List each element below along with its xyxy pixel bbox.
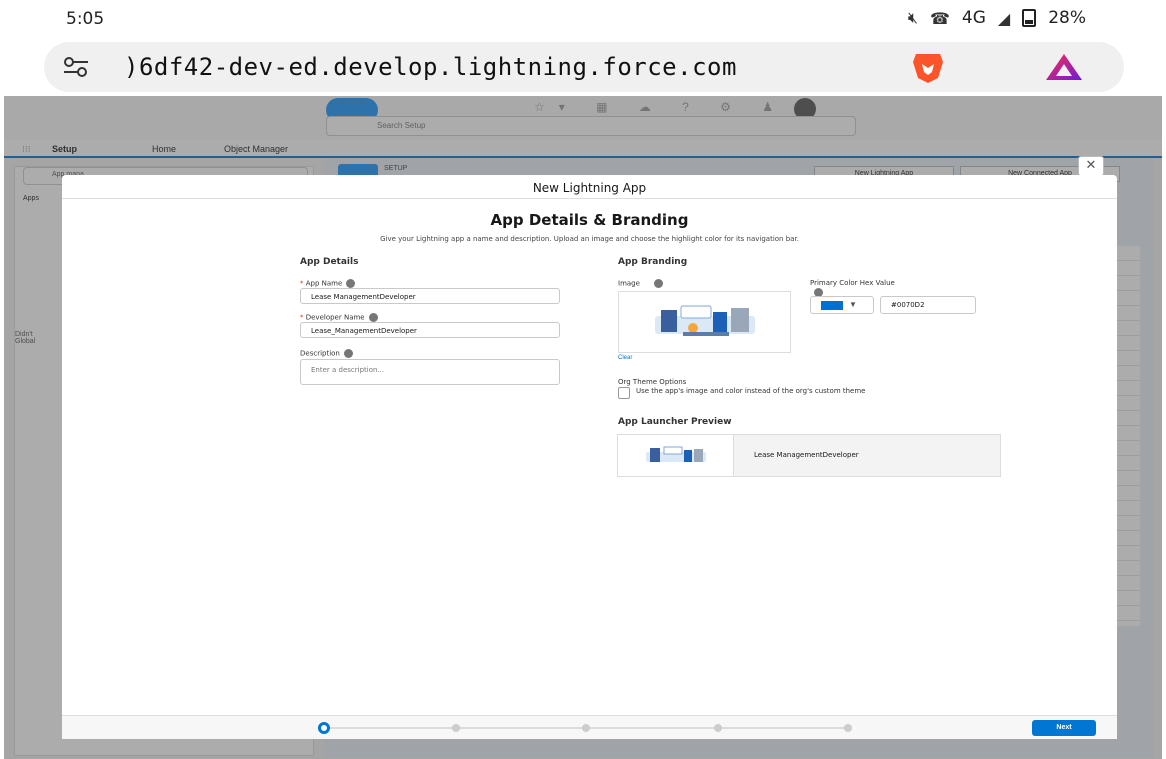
progress-step-3 <box>582 724 590 732</box>
progress-step-4 <box>714 724 722 732</box>
launcher-thumbnail-image <box>646 446 706 462</box>
progress-step-5 <box>844 724 852 732</box>
network-type: 4G <box>961 8 986 28</box>
hex-color-input[interactable]: #0070D2 <box>880 296 976 314</box>
close-button[interactable]: ✕ <box>1078 156 1104 176</box>
developer-name-label: * Developer Name <box>300 313 378 322</box>
status-time: 5:05 <box>66 9 105 29</box>
section-description: Give your Lightning app a name and descr… <box>380 235 799 243</box>
status-bar: 5:05 🔇︎ ☎︎ 4G ◢ 28% <box>0 0 1166 40</box>
color-picker-button[interactable]: ▼ <box>810 296 874 314</box>
new-lightning-app-modal: New Lightning App App Details & Branding… <box>62 175 1117 739</box>
url-text[interactable]: )6df42-dev-ed.develop.lightning.force.co… <box>124 53 737 81</box>
close-icon: ✕ <box>1085 158 1097 173</box>
developer-name-input[interactable]: Lease_ManagementDeveloper <box>300 322 560 338</box>
launcher-app-name: Lease ManagementDeveloper <box>754 451 859 459</box>
brave-shield-icon[interactable] <box>910 50 946 84</box>
brave-rewards-icon[interactable] <box>1044 52 1084 82</box>
app-image-upload[interactable] <box>618 291 791 353</box>
app-details-heading: App Details <box>300 257 359 267</box>
info-icon[interactable] <box>653 279 663 288</box>
site-settings-icon[interactable] <box>62 56 90 78</box>
org-theme-heading: Org Theme Options <box>618 378 687 386</box>
section-title: App Details & Branding <box>490 211 689 229</box>
image-label: Image <box>618 279 663 288</box>
next-button[interactable]: Next <box>1032 720 1096 736</box>
progress-step-1 <box>318 722 330 734</box>
app-launcher-preview: Lease ManagementDeveloper <box>617 434 1001 477</box>
app-image-illustration <box>655 305 755 336</box>
battery-percent: 28% <box>1048 8 1086 28</box>
info-icon[interactable] <box>368 313 378 322</box>
status-indicators: 🔇︎ ☎︎ 4G ◢ 28% <box>908 8 1086 28</box>
mute-icon: 🔇︎ <box>907 8 918 27</box>
color-swatch <box>821 301 843 310</box>
url-bar[interactable]: )6df42-dev-ed.develop.lightning.force.co… <box>44 42 1124 92</box>
app-name-input[interactable]: Lease ManagementDeveloper <box>300 288 560 304</box>
modal-footer: Next <box>62 715 1117 739</box>
clear-image-link[interactable]: Clear <box>618 355 632 361</box>
info-icon[interactable] <box>343 349 353 358</box>
app-branding-heading: App Branding <box>618 257 688 267</box>
app-launcher-preview-heading: App Launcher Preview <box>618 417 732 427</box>
chevron-down-icon: ▼ <box>849 300 857 309</box>
wifi-calling-icon: ☎︎ <box>929 8 950 28</box>
description-input[interactable]: Enter a description... <box>300 359 560 385</box>
org-theme-checkbox-label: Use the app's image and color instead of… <box>636 387 866 395</box>
modal-title: New Lightning App <box>62 175 1117 199</box>
primary-color-label: Primary Color Hex Value <box>810 279 900 298</box>
description-label: Description <box>300 349 353 358</box>
app-name-label: * App Name <box>300 279 356 288</box>
signal-icon: ◢ <box>997 8 1011 28</box>
progress-step-2 <box>452 724 460 732</box>
info-icon[interactable] <box>346 279 356 288</box>
launcher-thumbnail <box>618 435 734 476</box>
battery-icon <box>1022 9 1037 27</box>
